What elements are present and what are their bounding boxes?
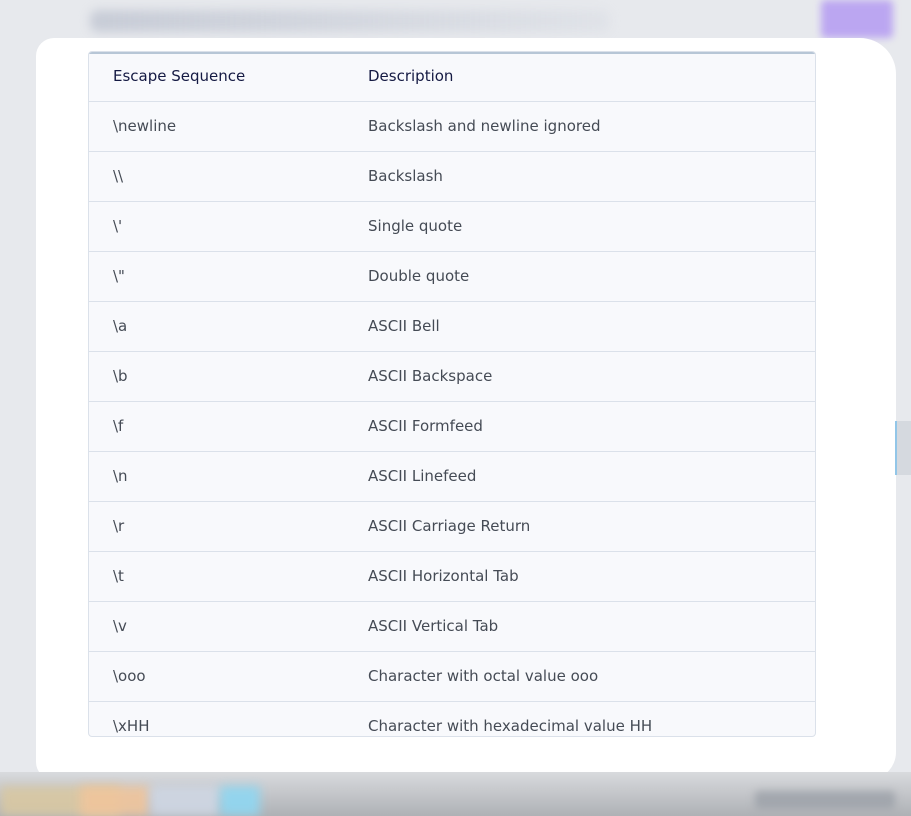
system-tray[interactable] bbox=[755, 791, 895, 809]
description-cell: Double quote bbox=[368, 251, 815, 302]
taskbar-app-icon[interactable] bbox=[220, 786, 260, 816]
sequence-cell: \r bbox=[89, 501, 368, 552]
table-header: Escape Sequence Description bbox=[89, 52, 815, 102]
description-cell: Backslash and newline ignored bbox=[368, 101, 815, 152]
table-row: \a ASCII Bell bbox=[89, 301, 815, 352]
table-row: \t ASCII Horizontal Tab bbox=[89, 551, 815, 602]
header-escape-sequence: Escape Sequence bbox=[89, 52, 368, 102]
table-header-row: Escape Sequence Description bbox=[89, 52, 815, 102]
header-description: Description bbox=[368, 52, 815, 102]
escape-sequences-table: Escape Sequence Description \newline Bac… bbox=[88, 51, 816, 737]
sequence-cell: \t bbox=[89, 551, 368, 602]
table-row: \' Single quote bbox=[89, 201, 815, 252]
blurred-action-button bbox=[821, 0, 893, 38]
sequence-cell: \xHH bbox=[113, 717, 150, 735]
sequence-cell: \f bbox=[89, 401, 368, 452]
sequence-cell: \\ bbox=[89, 151, 368, 202]
sequence-cell: \" bbox=[89, 251, 368, 302]
description-cell: ASCII Horizontal Tab bbox=[368, 551, 815, 602]
table-row: \n ASCII Linefeed bbox=[89, 451, 815, 502]
sequence-cell: \' bbox=[89, 201, 368, 252]
description-cell: Character with octal value ooo bbox=[368, 651, 815, 702]
table-row: \ooo Character with octal value ooo bbox=[89, 651, 815, 702]
table-row: \v ASCII Vertical Tab bbox=[89, 601, 815, 652]
taskbar-app-icon[interactable] bbox=[150, 786, 220, 816]
description-cell: ASCII Backspace bbox=[368, 351, 815, 402]
sequence-cell: \v bbox=[89, 601, 368, 652]
table: Escape Sequence Description \newline Bac… bbox=[89, 52, 815, 737]
taskbar-app-icon[interactable] bbox=[80, 786, 150, 816]
description-cell: Single quote bbox=[368, 201, 815, 252]
table-body: \newline Backslash and newline ignored \… bbox=[89, 101, 815, 737]
description-cell: ASCII Carriage Return bbox=[368, 501, 815, 552]
table-row: \\ Backslash bbox=[89, 151, 815, 202]
description-cell: Character with hexadecimal value HH bbox=[368, 717, 653, 735]
scrollbar-handle[interactable] bbox=[895, 421, 911, 475]
table-row: \f ASCII Formfeed bbox=[89, 401, 815, 452]
table-row: \xHH Character with hexadecimal value HH bbox=[89, 702, 815, 737]
table-row: \newline Backslash and newline ignored bbox=[89, 101, 815, 152]
table-row: \b ASCII Backspace bbox=[89, 351, 815, 402]
table-row: \" Double quote bbox=[89, 251, 815, 302]
sequence-cell: \newline bbox=[89, 101, 368, 152]
description-cell: ASCII Bell bbox=[368, 301, 815, 352]
description-cell: ASCII Linefeed bbox=[368, 451, 815, 502]
description-cell: ASCII Formfeed bbox=[368, 401, 815, 452]
sequence-cell: \a bbox=[89, 301, 368, 352]
blurred-intro-text bbox=[90, 10, 610, 32]
description-cell: Backslash bbox=[368, 151, 815, 202]
sequence-cell: \n bbox=[89, 451, 368, 502]
table-row: \r ASCII Carriage Return bbox=[89, 501, 815, 552]
description-cell: ASCII Vertical Tab bbox=[368, 601, 815, 652]
sequence-cell: \ooo bbox=[89, 651, 368, 702]
sequence-cell: \b bbox=[89, 351, 368, 402]
